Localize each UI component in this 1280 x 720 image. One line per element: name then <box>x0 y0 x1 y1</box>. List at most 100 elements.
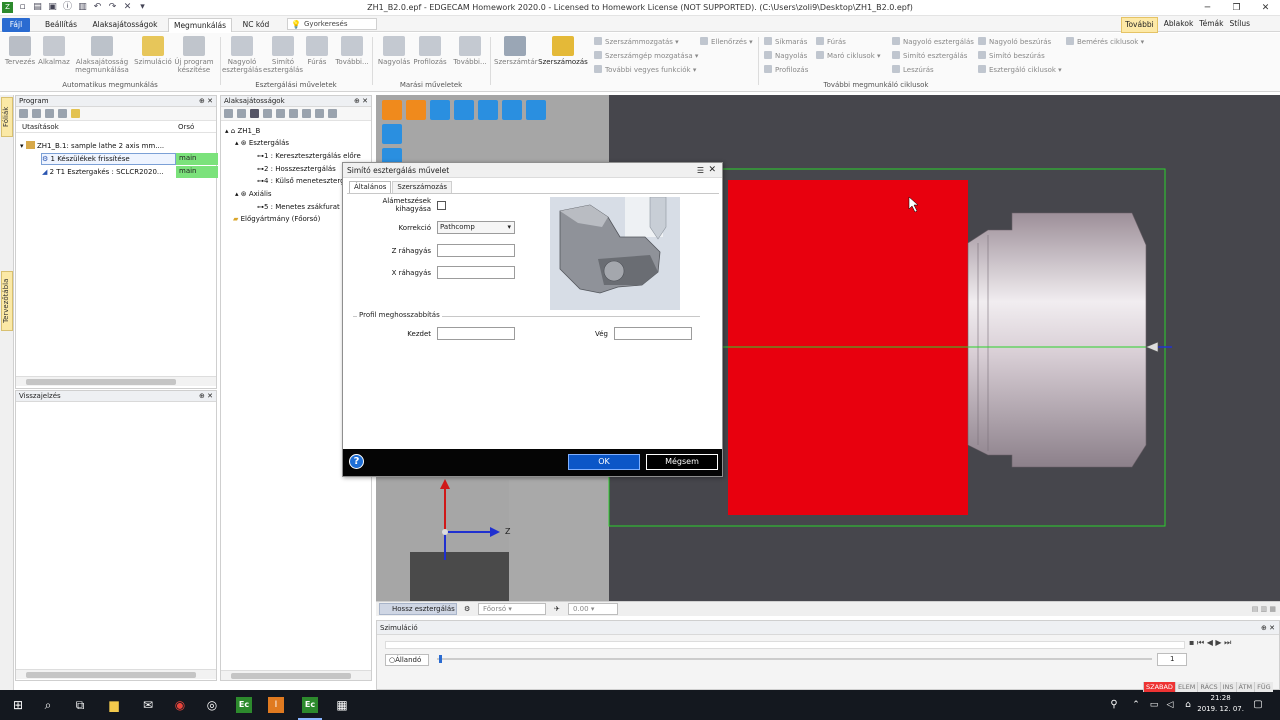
tab-file[interactable]: Fájl <box>2 18 30 32</box>
tray-chevron-icon[interactable]: ⌃ <box>1128 697 1144 713</box>
notifications-icon[interactable]: ▢ <box>1250 697 1266 713</box>
grid-icon[interactable] <box>58 109 67 118</box>
col-operations[interactable]: Utasítások <box>22 121 59 133</box>
themes-menu[interactable]: Témák <box>1199 17 1223 33</box>
drilling-button[interactable]: Fúrás <box>302 36 332 66</box>
style-menu[interactable]: Stílus <box>1229 17 1250 33</box>
feature-tool-icon[interactable] <box>276 109 285 118</box>
tab-nc-code[interactable]: NC kód <box>236 18 276 32</box>
scroll-thumb[interactable] <box>26 672 196 678</box>
rough-grooving-button[interactable]: Nagyoló beszúrás <box>978 37 1051 47</box>
feature-machining-button[interactable]: Alaksajátosság megmunkálása <box>73 36 131 74</box>
finish-turning-button[interactable]: Simító esztergálás <box>263 36 303 74</box>
apply-button[interactable]: Alkalmaz <box>37 36 71 66</box>
tree-row-fixtures[interactable]: ⚙ 1 Készülékek frissítése <box>42 154 130 164</box>
mill-cycles-button[interactable]: Maró ciklusok ▾ <box>816 51 881 61</box>
ok-button[interactable]: OK <box>568 454 640 470</box>
tree-feature-2[interactable]: ⊶2 : Hosszesztergálás <box>257 164 336 174</box>
feedback-scrollbar[interactable] <box>16 669 216 679</box>
feature-tool-icon[interactable] <box>263 109 272 118</box>
drilling-small-button[interactable]: Fúrás <box>816 37 846 47</box>
tab-settings[interactable]: Beállítás <box>38 18 84 32</box>
machine-move-button[interactable]: Szerszámgép mozgatása ▾ <box>594 51 698 61</box>
app2-icon[interactable]: I <box>268 697 284 713</box>
panel-pin-close-icon[interactable]: ⊕ ✕ <box>199 96 213 107</box>
x-allowance-input[interactable] <box>437 266 515 279</box>
task-view-icon[interactable]: ⧉ <box>72 697 88 713</box>
tree-row-tool[interactable]: ◢ 2 T1 Esztergakés : SCLCR2020... <box>42 167 164 177</box>
tree-turning[interactable]: ▴ ⊛ Esztergálás <box>235 138 289 148</box>
network-wifi-icon[interactable]: ⌂ <box>1180 697 1196 713</box>
panel-pin-close-icon[interactable]: ⊕ ✕ <box>199 391 213 402</box>
refresh-icon[interactable] <box>19 109 28 118</box>
zoom-icon[interactable] <box>478 100 498 120</box>
windows-menu[interactable]: Ablakok <box>1164 17 1194 33</box>
sidetab-layers[interactable]: Fóliák <box>1 97 13 137</box>
face-milling-button[interactable]: Síkmarás <box>764 37 807 47</box>
list-icon[interactable] <box>32 109 41 118</box>
program-scrollbar[interactable] <box>16 376 216 386</box>
view-controls-icon[interactable]: ▤ ▥ ▦ <box>1252 602 1276 616</box>
rough-turning-button[interactable]: Nagyoló esztergálás <box>222 36 262 74</box>
roughing-button[interactable]: Nagyolás <box>376 36 412 66</box>
tree-view-icon[interactable] <box>526 100 546 120</box>
tree-feature-5[interactable]: ⊶5 : Menetes zsákfurat <box>257 202 340 212</box>
tree-stock[interactable]: ▰ Előgyártmány (Főorsó) <box>233 214 320 224</box>
skip-undercuts-checkbox[interactable] <box>437 201 446 210</box>
correction-select[interactable]: Pathcomp ▾ <box>437 221 515 234</box>
feature-tool-icon[interactable] <box>289 109 298 118</box>
quick-search[interactable]: 💡 Gyorkeresés <box>287 18 377 30</box>
feature-tool-icon[interactable] <box>302 109 311 118</box>
help-icon[interactable]: ? <box>349 454 364 469</box>
menu-icon[interactable]: ☰ <box>697 163 704 178</box>
spindle-select[interactable]: Főorsó ▾ <box>478 603 546 615</box>
more-turning-button[interactable]: További... <box>333 36 371 66</box>
misc-functions-button[interactable]: További vegyes funkciók ▾ <box>594 65 696 75</box>
feature-tool-icon[interactable] <box>328 109 337 118</box>
tab-tooling[interactable]: Szerszámozás <box>392 181 453 193</box>
system-clock[interactable]: 21:28 2019. 12. 07. <box>1197 693 1244 715</box>
roughing-small-button[interactable]: Nagyolás <box>764 51 807 61</box>
finish-turning-small-button[interactable]: Simító esztergálás <box>892 51 967 61</box>
network-icon[interactable]: ▭ <box>1146 697 1162 713</box>
parting-button[interactable]: Leszúrás <box>892 65 934 75</box>
check-button[interactable]: Ellenőrzés ▾ <box>700 37 753 47</box>
mail-icon[interactable]: ✉ <box>140 697 156 713</box>
panel-pin-close-icon[interactable]: ⊕ ✕ <box>354 96 368 107</box>
new-program-button[interactable]: Új program készítése <box>172 36 216 74</box>
step-input[interactable]: 1 <box>1157 653 1187 666</box>
more-menu[interactable]: További <box>1121 17 1158 33</box>
angle-input[interactable]: 0.00 ▾ <box>568 603 618 615</box>
constant-toggle[interactable]: ○Állandó <box>385 654 429 666</box>
minimize-button[interactable]: ─ <box>1193 0 1222 16</box>
tooling-button[interactable]: Szerszámozás <box>538 36 588 66</box>
simulation-timeline[interactable] <box>385 641 1185 649</box>
edgecam-icon[interactable]: Ec <box>236 697 252 713</box>
tree-row-program[interactable]: ▾ ZH1_B.1: sample lathe 2 axis mm.... <box>20 141 164 151</box>
settings-icon[interactable] <box>71 109 80 118</box>
tool-move-button[interactable]: Szerszámmozgatás ▾ <box>594 37 679 47</box>
tab-general[interactable]: Általános <box>349 181 392 193</box>
rough-turning-small-button[interactable]: Nagyoló esztergálás <box>892 37 974 47</box>
z-allowance-input[interactable] <box>437 244 515 257</box>
iso-view-icon[interactable] <box>382 124 402 144</box>
app-icon[interactable]: ◎ <box>204 697 220 713</box>
stock-view-icon[interactable] <box>406 100 426 120</box>
panel-pin-close-icon[interactable]: ⊕ ✕ <box>1261 621 1275 635</box>
people-icon[interactable]: ⚲ <box>1106 697 1122 713</box>
probing-cycles-button[interactable]: Bemérés ciklusok ▾ <box>1066 37 1144 47</box>
more-milling-button[interactable]: További... <box>451 36 489 66</box>
simulation-button[interactable]: Szimuláció <box>134 36 172 66</box>
tab-machining[interactable]: Megmunkálás <box>168 18 232 32</box>
col-spindle[interactable]: Orsó <box>178 121 194 133</box>
feature-tool-icon[interactable] <box>224 109 233 118</box>
part-shaft[interactable] <box>967 212 1147 468</box>
list2-icon[interactable] <box>45 109 54 118</box>
workplane-icon[interactable] <box>430 100 450 120</box>
finish-grooving-button[interactable]: Simító beszúrás <box>978 51 1045 61</box>
design-button[interactable]: Tervezés <box>4 36 36 66</box>
scroll-thumb[interactable] <box>26 379 176 385</box>
start-input[interactable] <box>437 327 515 340</box>
clapper-icon[interactable]: ▦ <box>334 697 350 713</box>
turning-cycles-button[interactable]: Esztergáló ciklusok ▾ <box>978 65 1062 75</box>
